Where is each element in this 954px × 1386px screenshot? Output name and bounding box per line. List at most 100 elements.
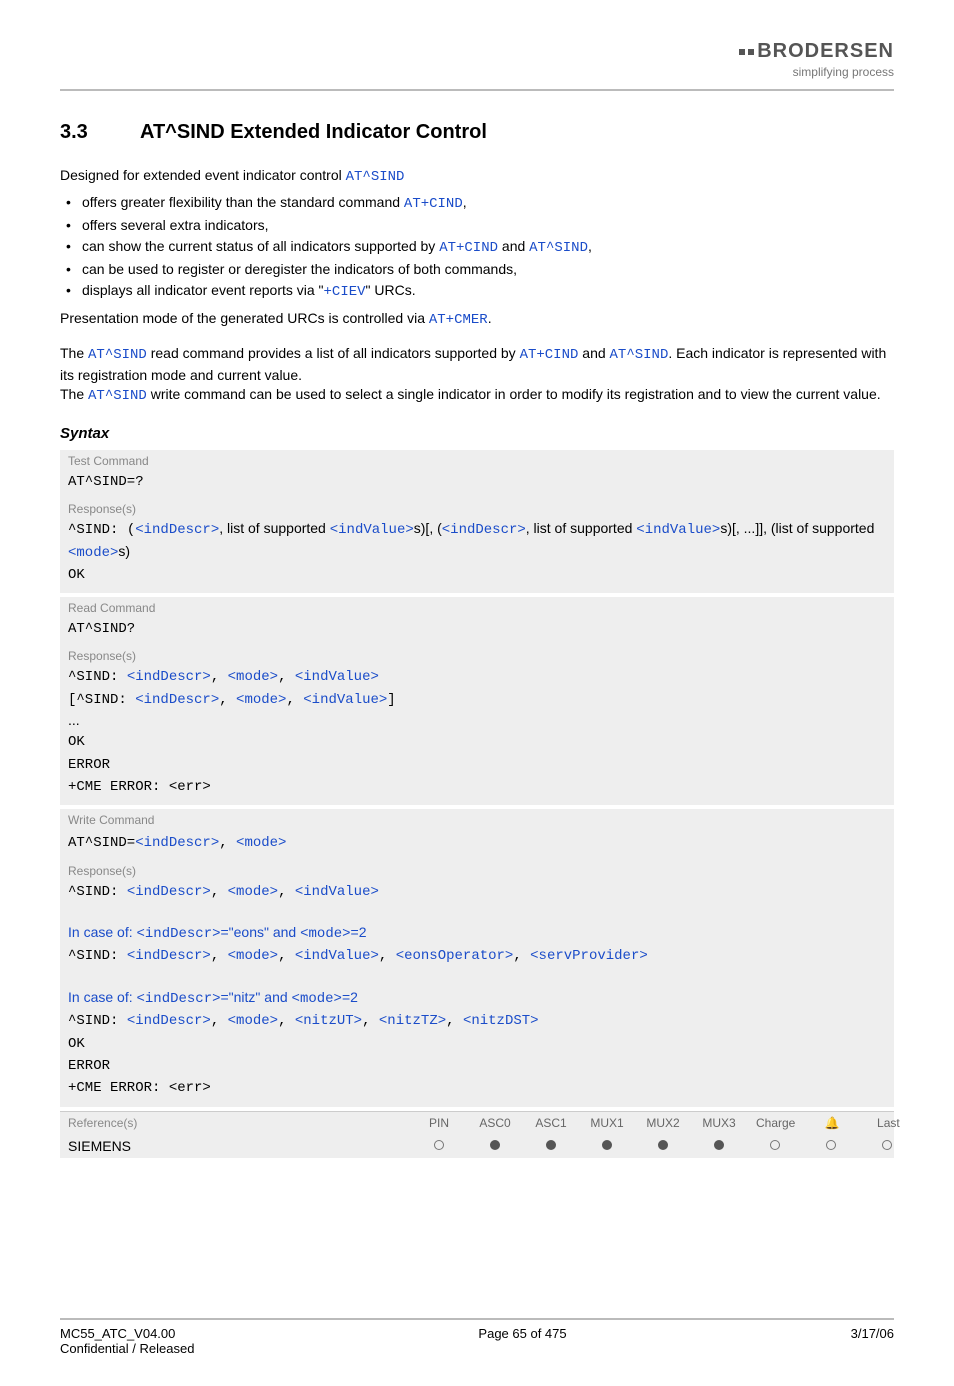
col-header: Charge bbox=[756, 1116, 795, 1130]
open-circle-icon bbox=[812, 1138, 850, 1153]
open-circle-icon bbox=[420, 1138, 458, 1153]
param-link[interactable]: <mode> bbox=[236, 835, 286, 851]
block-label: Test Command bbox=[60, 450, 894, 470]
reference-label: Reference(s) bbox=[60, 1112, 420, 1134]
read-response: ^SIND: <indDescr>, <mode>, <indValue> [^… bbox=[60, 663, 894, 805]
reference-columns: PIN ASC0 ASC1 MUX1 MUX2 MUX3 Charge 🔔 La… bbox=[420, 1112, 907, 1134]
param-link[interactable]: <indDescr> bbox=[136, 926, 220, 942]
param-link[interactable]: <indDescr> bbox=[135, 692, 219, 708]
param-link[interactable]: <mode> bbox=[292, 991, 342, 1007]
param-link[interactable]: <mode> bbox=[228, 948, 278, 964]
test-command-block: Test Command AT^SIND=? Response(s) ^SIND… bbox=[60, 450, 894, 593]
row-values bbox=[420, 1134, 906, 1157]
cmd-link[interactable]: AT^SIND bbox=[346, 169, 405, 185]
cmd-link[interactable]: AT+CMER bbox=[429, 312, 488, 328]
cmd-link[interactable]: +CIEV bbox=[324, 284, 366, 300]
param-link[interactable]: <mode> bbox=[228, 669, 278, 685]
write-response: ^SIND: <indDescr>, <mode>, <indValue> In… bbox=[60, 878, 894, 1107]
cmd-link[interactable]: AT+CIND bbox=[439, 240, 498, 256]
test-response: ^SIND: (<indDescr>, list of supported <i… bbox=[60, 516, 894, 593]
param-link[interactable]: <mode> bbox=[300, 926, 350, 942]
param-link[interactable]: <indValue> bbox=[330, 522, 414, 538]
logo: BRODERSEN bbox=[739, 40, 894, 63]
filled-circle-icon bbox=[644, 1138, 682, 1153]
filled-circle-icon bbox=[532, 1138, 570, 1153]
description-paragraph: The AT^SIND read command provides a list… bbox=[60, 344, 894, 407]
param-link[interactable]: <indDescr> bbox=[136, 991, 220, 1007]
row-label: SIEMENS bbox=[60, 1134, 420, 1158]
param-link[interactable]: <mode> bbox=[228, 884, 278, 900]
section-title: 3.3AT^SIND Extended Indicator Control bbox=[60, 121, 894, 144]
intro-text: Designed for extended event indicator co… bbox=[60, 167, 346, 183]
logo-square-icon bbox=[748, 49, 754, 55]
list-item: displays all indicator event reports via… bbox=[64, 280, 894, 303]
section-number: 3.3 bbox=[60, 121, 140, 144]
param-link[interactable]: <indDescr> bbox=[442, 522, 526, 538]
header-rule bbox=[60, 89, 894, 91]
param-link[interactable]: <servProvider> bbox=[530, 948, 648, 964]
list-item: offers several extra indicators, bbox=[64, 215, 894, 236]
response-label: Response(s) bbox=[60, 647, 894, 663]
param-link[interactable]: <indValue> bbox=[636, 522, 720, 538]
list-item: offers greater flexibility than the stan… bbox=[64, 192, 894, 215]
intro-bullet-list: offers greater flexibility than the stan… bbox=[60, 192, 894, 303]
col-header: MUX2 bbox=[644, 1116, 682, 1130]
col-header-bell-icon: 🔔 bbox=[813, 1116, 851, 1130]
tagline: simplifying process bbox=[739, 65, 894, 79]
param-link[interactable]: <indDescr> bbox=[127, 1013, 211, 1029]
logo-square-icon bbox=[739, 49, 745, 55]
write-command-block: Write Command AT^SIND=<indDescr>, <mode>… bbox=[60, 809, 894, 1106]
param-link[interactable]: <indDescr> bbox=[135, 522, 219, 538]
intro-paragraph: Designed for extended event indicator co… bbox=[60, 166, 894, 188]
param-link[interactable]: <indValue> bbox=[303, 692, 387, 708]
filled-circle-icon bbox=[476, 1138, 514, 1153]
footer-right: 3/17/06 bbox=[851, 1326, 894, 1356]
cmd-link[interactable]: AT^SIND bbox=[88, 347, 147, 363]
list-item: can show the current status of all indic… bbox=[64, 236, 894, 259]
filled-circle-icon bbox=[588, 1138, 626, 1153]
test-command: AT^SIND=? bbox=[60, 470, 894, 500]
read-command-block: Read Command AT^SIND? Response(s) ^SIND:… bbox=[60, 597, 894, 805]
col-header: Last bbox=[869, 1116, 907, 1130]
open-circle-icon bbox=[756, 1138, 794, 1153]
syntax-heading: Syntax bbox=[60, 425, 894, 442]
reference-header-row: Reference(s) PIN ASC0 ASC1 MUX1 MUX2 MUX… bbox=[60, 1111, 894, 1134]
param-link[interactable]: <indValue> bbox=[295, 884, 379, 900]
footer: MC55_ATC_V04.00 Confidential / Released … bbox=[60, 1318, 894, 1356]
cmd-link[interactable]: AT^SIND bbox=[610, 347, 669, 363]
filled-circle-icon bbox=[700, 1138, 738, 1153]
param-link[interactable]: <indDescr> bbox=[135, 835, 219, 851]
logo-block: BRODERSEN simplifying process bbox=[739, 40, 894, 79]
response-label: Response(s) bbox=[60, 862, 894, 878]
cmd-link[interactable]: AT^SIND bbox=[529, 240, 588, 256]
param-link[interactable]: <nitzTZ> bbox=[379, 1013, 446, 1029]
param-link[interactable]: <indDescr> bbox=[127, 948, 211, 964]
param-link[interactable]: <indValue> bbox=[295, 669, 379, 685]
response-label: Response(s) bbox=[60, 500, 894, 516]
reference-data-row: SIEMENS bbox=[60, 1134, 894, 1158]
param-link[interactable]: <nitzDST> bbox=[463, 1013, 539, 1029]
param-link[interactable]: <indDescr> bbox=[127, 884, 211, 900]
col-header: MUX1 bbox=[588, 1116, 626, 1130]
cmd-link[interactable]: AT+CIND bbox=[520, 347, 579, 363]
param-link[interactable]: <mode> bbox=[68, 545, 118, 561]
param-link[interactable]: <eonsOperator> bbox=[396, 948, 514, 964]
param-link[interactable]: <indValue> bbox=[295, 948, 379, 964]
col-header: PIN bbox=[420, 1116, 458, 1130]
param-link[interactable]: <indDescr> bbox=[127, 669, 211, 685]
header: BRODERSEN simplifying process bbox=[60, 40, 894, 79]
section-heading: AT^SIND Extended Indicator Control bbox=[140, 121, 487, 143]
col-header: ASC1 bbox=[532, 1116, 570, 1130]
param-link[interactable]: <nitzUT> bbox=[295, 1013, 362, 1029]
param-link[interactable]: <mode> bbox=[236, 692, 286, 708]
list-item: can be used to register or deregister th… bbox=[64, 259, 894, 280]
param-link[interactable]: <mode> bbox=[228, 1013, 278, 1029]
footer-left: MC55_ATC_V04.00 Confidential / Released bbox=[60, 1326, 194, 1356]
col-header: ASC0 bbox=[476, 1116, 514, 1130]
block-label: Read Command bbox=[60, 597, 894, 617]
block-label: Write Command bbox=[60, 809, 894, 829]
cmd-link[interactable]: AT^SIND bbox=[88, 388, 147, 404]
logo-text: BRODERSEN bbox=[757, 40, 894, 63]
col-header: MUX3 bbox=[700, 1116, 738, 1130]
cmd-link[interactable]: AT+CIND bbox=[404, 196, 463, 212]
